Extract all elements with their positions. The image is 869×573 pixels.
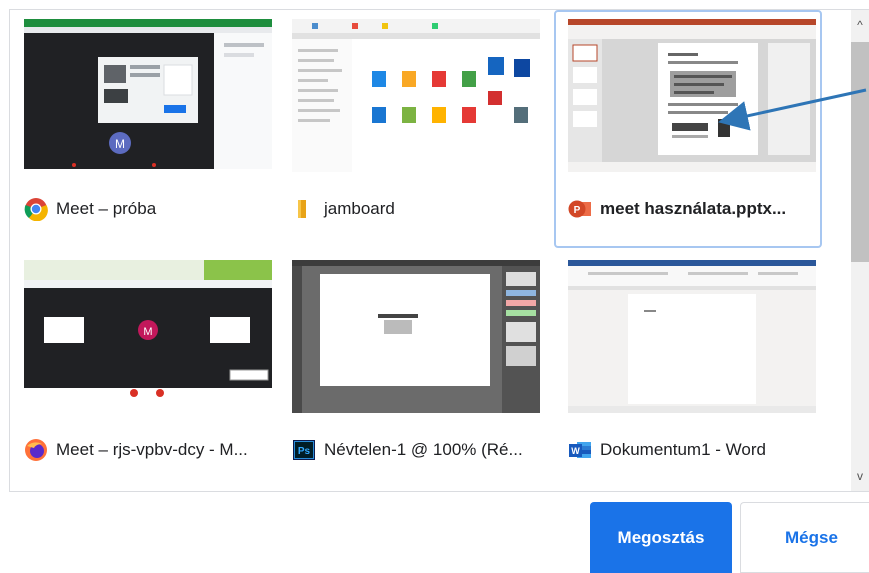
chrome-icon — [24, 198, 48, 221]
scroll-up-button[interactable]: ^ — [851, 14, 869, 36]
window-title: meet használata.pptx... — [600, 199, 787, 218]
window-thumbnail — [568, 260, 816, 413]
explorer-window-preview — [292, 19, 540, 172]
word-window-preview — [568, 260, 816, 413]
scrollbar-thumb[interactable] — [851, 42, 869, 262]
cancel-button[interactable]: Mégse — [740, 502, 869, 573]
powerpoint-icon: P — [568, 200, 591, 218]
meet-avatar-letter: M — [115, 137, 125, 151]
word-icon-letter: W — [571, 446, 580, 456]
window-title: Névtelen-1 @ 100% (Ré... — [324, 440, 523, 459]
firefox-icon — [25, 439, 47, 461]
window-title: jamboard — [324, 199, 395, 218]
window-title: Meet – rjs-vpbv-dcy - M... — [56, 440, 248, 459]
window-title: Meet – próba — [56, 199, 157, 218]
window-caption: Meet – próba — [24, 196, 156, 222]
window-caption: Meet – rjs-vpbv-dcy - M... — [24, 437, 248, 463]
photoshop-window-preview — [292, 260, 540, 413]
share-button[interactable]: Megosztás — [590, 502, 732, 573]
window-tile-jamboard[interactable]: jamboard — [278, 10, 546, 248]
window-caption: jamboard — [292, 196, 395, 222]
folder-icon — [298, 200, 306, 218]
window-tile-meet-proba[interactable]: M Meet – próba — [10, 10, 278, 248]
vertical-scrollbar[interactable]: ^ v — [851, 10, 869, 491]
window-tile-photoshop[interactable]: Ps Névtelen-1 @ 100% (Ré... — [278, 251, 546, 489]
word-icon: W — [569, 442, 591, 458]
window-thumbnail — [568, 19, 816, 172]
photoshop-icon: Ps — [293, 440, 315, 460]
window-caption: Ps Névtelen-1 @ 100% (Ré... — [292, 437, 523, 463]
meet2-avatar-letter: M — [143, 326, 152, 338]
window-thumbnail: M — [24, 19, 272, 172]
window-tile-word[interactable]: W Dokumentum1 - Word — [554, 251, 822, 489]
powerpoint-icon-letter: P — [574, 205, 581, 216]
window-tile-pptx[interactable]: P meet használata.pptx... — [554, 10, 822, 248]
meet-call-preview: M — [24, 260, 272, 413]
window-tile-meet-rjs[interactable]: M Meet – rjs-vpbv-dcy - M... — [10, 251, 278, 489]
window-thumbnail — [292, 260, 540, 413]
photoshop-icon-letters: Ps — [298, 446, 311, 457]
powerpoint-window-preview — [568, 19, 816, 172]
window-picker: M Meet – próba jamboard P meet használat… — [9, 9, 869, 492]
window-thumbnail: M — [24, 260, 272, 413]
window-caption: W Dokumentum1 - Word — [568, 437, 766, 463]
window-caption: P meet használata.pptx... — [568, 196, 786, 222]
scroll-down-button[interactable]: v — [851, 465, 869, 487]
meet-window-preview: M — [24, 19, 272, 172]
window-thumbnail — [292, 19, 540, 172]
window-title: Dokumentum1 - Word — [600, 440, 766, 459]
